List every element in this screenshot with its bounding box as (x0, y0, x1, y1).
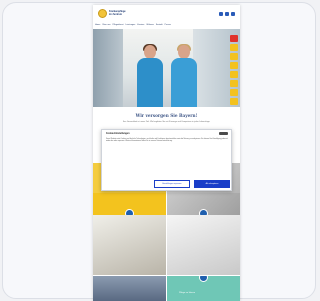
nurse-figure-left (135, 44, 165, 107)
menu-icon[interactable] (230, 98, 238, 105)
site-header: Krankenpflege im Zentrum Home Über uns P… (93, 5, 240, 27)
nav-item-services[interactable]: Leistungen (125, 24, 135, 26)
website-preview[interactable]: Krankenpflege im Zentrum Home Über uns P… (93, 5, 240, 301)
social-links (219, 12, 235, 16)
cookie-settings-button[interactable]: Einstellungen anpassen (154, 180, 190, 188)
nav-item-press[interactable]: Presse (165, 24, 171, 26)
cookie-accept-button[interactable]: Alle akzeptieren (194, 180, 230, 188)
phone-icon[interactable] (230, 35, 238, 42)
search-icon[interactable] (230, 89, 238, 96)
tile-image-writing[interactable] (93, 215, 166, 275)
cookie-body-text: Diese Website nutzt Cookies und ähnliche… (106, 139, 228, 143)
map-icon[interactable] (230, 53, 238, 60)
nav-item-about[interactable]: Über uns (102, 24, 110, 26)
cookie-dialog: Cookie-Einstellungen Diese Website nutzt… (101, 129, 232, 191)
nav-item-career[interactable]: Karriere (137, 24, 144, 26)
instagram-icon[interactable] (225, 12, 229, 16)
youtube-icon[interactable] (231, 12, 235, 16)
nav-item-living[interactable]: Wohnen (146, 24, 153, 26)
user-icon[interactable] (230, 71, 238, 78)
main-nav: Home Über uns Pflegedienst Leistungen Ka… (95, 23, 238, 27)
nurse-figure-right (169, 44, 199, 107)
cookie-title: Cookie-Einstellungen (106, 133, 130, 135)
calendar-icon[interactable] (230, 62, 238, 69)
mail-icon[interactable] (230, 44, 238, 51)
tile-teal[interactable]: Pflege zu Hause (167, 276, 240, 301)
hero-side-buttons (230, 35, 238, 105)
tile-icon-6 (199, 276, 208, 282)
logo-seal-icon[interactable] (98, 9, 107, 18)
facebook-icon[interactable] (219, 12, 223, 16)
nav-item-contact[interactable]: Kontakt (156, 24, 163, 26)
cookie-close-button[interactable] (219, 132, 228, 135)
hero-image (93, 29, 240, 107)
nav-item-care[interactable]: Pflegedienst (112, 24, 123, 26)
nav-item-home[interactable]: Home (95, 24, 100, 26)
tile-image-building[interactable] (93, 276, 166, 301)
logo-text[interactable]: Krankenpflege im Zentrum (109, 10, 129, 16)
info-icon[interactable] (230, 80, 238, 87)
tile-teal-text: Pflege zu Hause (179, 292, 196, 294)
tile-image-baby[interactable] (167, 215, 240, 275)
